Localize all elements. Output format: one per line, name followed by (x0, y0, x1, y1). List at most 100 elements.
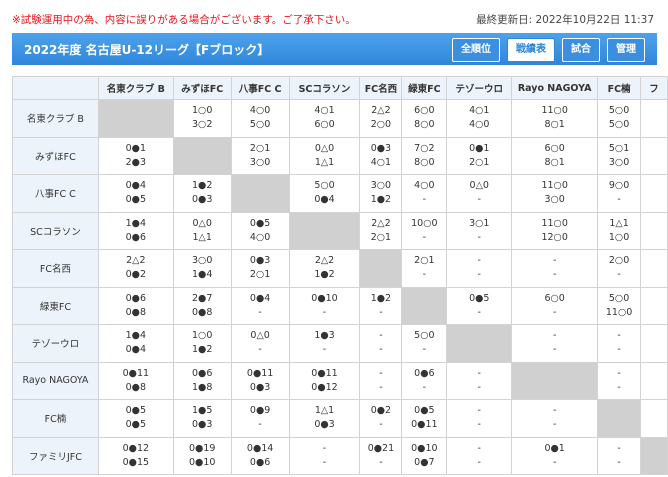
match-result-cell[interactable]: 0△0 - (446, 174, 513, 213)
results-grid-container[interactable]: 名東クラブ B みずほFC 八事FC C SCコラソン FC名西 緑東FC テゾーウロ Ray… (12, 76, 668, 477)
match-result-cell[interactable]: -- (359, 361, 403, 400)
team-name[interactable]: 名東クラブ B (12, 99, 99, 138)
match-result-cell[interactable]: -- (597, 436, 642, 475)
match-result-cell[interactable]: 7○2 8○0 (401, 136, 448, 175)
match-result-cell[interactable]: 11○0 3○0 (511, 174, 599, 213)
match-result-cell[interactable]: 0●21 - (359, 436, 403, 475)
match-result-cell[interactable]: 1△1 0●3 (288, 399, 361, 438)
team-name[interactable]: 緑東FC (12, 286, 99, 325)
match-result-cell[interactable]: 5○0 - (401, 324, 448, 363)
team-name[interactable]: ファミリJFC (12, 436, 99, 475)
team-name[interactable]: FC名西 (12, 249, 99, 288)
match-result-cell[interactable]: 1●2 - (359, 286, 403, 325)
match-result-cell[interactable]: 5○1 3○0 (597, 136, 642, 175)
match-result-cell[interactable]: 0△0 - (230, 324, 290, 363)
match-result-cell[interactable]: 0●2 - (359, 399, 403, 438)
match-result-cell[interactable]: 0△0 1△1 (288, 136, 361, 175)
match-result-cell[interactable]: 3○0 1●2 (359, 174, 403, 213)
match-result-cell[interactable]: 0●6 1●8 (172, 361, 232, 400)
match-result-cell[interactable] (640, 174, 668, 213)
match-result-cell[interactable]: 0●9 - (230, 399, 290, 438)
match-result-cell[interactable]: 0●4 0●5 (97, 174, 174, 213)
match-result-cell[interactable]: 6○0 - (511, 286, 599, 325)
match-result-cell[interactable]: 0●11 0●3 (230, 361, 290, 400)
match-result-cell[interactable]: -- (446, 361, 513, 400)
match-result-cell[interactable] (640, 99, 668, 138)
match-result-cell[interactable]: 5○0 0●4 (288, 174, 361, 213)
match-result-cell[interactable]: -- (511, 324, 599, 363)
match-result-cell[interactable]: 3○1 - (446, 211, 513, 250)
match-result-cell[interactable]: 0●12 0●15 (97, 436, 174, 475)
match-result-cell[interactable]: 0●4 - (230, 286, 290, 325)
match-result-cell[interactable]: 0●5 4○0 (230, 211, 290, 250)
match-result-cell[interactable]: 1△1 1○0 (597, 211, 642, 250)
match-result-cell[interactable]: 4○0 5○0 (230, 99, 290, 138)
match-result-cell[interactable]: -- (597, 324, 642, 363)
match-result-cell[interactable]: -- (597, 361, 642, 400)
match-result-cell[interactable]: 0●5 - (446, 286, 513, 325)
match-result-cell[interactable]: 4○0 - (401, 174, 448, 213)
match-result-cell[interactable]: 1○0 3○2 (172, 99, 232, 138)
match-result-cell[interactable]: -- (446, 249, 513, 288)
match-result-cell[interactable]: 2●7 0●8 (172, 286, 232, 325)
match-result-cell[interactable] (640, 286, 668, 325)
match-result-cell[interactable]: 2△2 0●2 (97, 249, 174, 288)
match-result-cell[interactable]: 0●10 - (288, 286, 361, 325)
match-result-cell[interactable]: 2○0 - (597, 249, 642, 288)
match-result-cell[interactable]: 1●5 0●3 (172, 399, 232, 438)
match-result-cell[interactable]: -- (446, 436, 513, 475)
match-result-cell[interactable]: 0●1 - (511, 436, 599, 475)
match-result-cell[interactable]: -- (446, 399, 513, 438)
tab-results-table[interactable]: 戦績表 (507, 38, 555, 62)
tab-matches[interactable]: 試合 (562, 38, 600, 62)
match-result-cell[interactable]: 2○1 - (401, 249, 448, 288)
match-result-cell[interactable] (640, 249, 668, 288)
tab-overall-standings[interactable]: 全順位 (452, 38, 500, 62)
team-name[interactable]: FC楠 (12, 399, 99, 438)
match-result-cell[interactable]: 5○0 11○0 (597, 286, 642, 325)
match-result-cell[interactable]: 0●14 0●6 (230, 436, 290, 475)
tab-admin[interactable]: 管理 (607, 38, 645, 62)
match-result-cell[interactable]: 2○1 3○0 (230, 136, 290, 175)
match-result-cell[interactable]: 10○0 - (401, 211, 448, 250)
match-result-cell[interactable]: 0●5 0●5 (97, 399, 174, 438)
match-result-cell[interactable]: 5○0 5○0 (597, 99, 642, 138)
match-result-cell[interactable] (640, 211, 668, 250)
match-result-cell[interactable]: -- (511, 249, 599, 288)
team-name[interactable]: テゾーウロ (12, 324, 99, 363)
match-result-cell[interactable]: 6○0 8○0 (401, 99, 448, 138)
match-result-cell[interactable]: 0●1 2●3 (97, 136, 174, 175)
team-name[interactable]: Rayo NAGOYA (12, 361, 99, 400)
match-result-cell[interactable] (640, 324, 668, 363)
team-name[interactable]: みずほFC (12, 136, 99, 175)
match-result-cell[interactable]: 0●3 2○1 (230, 249, 290, 288)
match-result-cell[interactable] (640, 361, 668, 400)
match-result-cell[interactable]: 4○1 4○0 (446, 99, 513, 138)
match-result-cell[interactable]: 2△2 1●2 (288, 249, 361, 288)
match-result-cell[interactable]: 0●1 2○1 (446, 136, 513, 175)
match-result-cell[interactable]: 0●11 0●12 (288, 361, 361, 400)
match-result-cell[interactable]: 1○0 1●2 (172, 324, 232, 363)
match-result-cell[interactable]: 2△2 2○1 (359, 211, 403, 250)
match-result-cell[interactable]: 0●10 0●7 (401, 436, 448, 475)
match-result-cell[interactable]: 3○0 1●4 (172, 249, 232, 288)
match-result-cell[interactable]: 9○0 - (597, 174, 642, 213)
match-result-cell[interactable]: 0△0 1△1 (172, 211, 232, 250)
match-result-cell[interactable]: 0●6 - (401, 361, 448, 400)
match-result-cell[interactable]: 0●6 0●8 (97, 286, 174, 325)
match-result-cell[interactable]: 0●11 0●8 (97, 361, 174, 400)
team-name[interactable]: SCコラソン (12, 211, 99, 250)
match-result-cell[interactable]: 0●5 0●11 (401, 399, 448, 438)
team-name[interactable]: 八事FC C (12, 174, 99, 213)
match-result-cell[interactable] (640, 399, 668, 438)
match-result-cell[interactable]: 0●19 0●10 (172, 436, 232, 475)
match-result-cell[interactable]: 1●3 - (288, 324, 361, 363)
match-result-cell[interactable]: 11○0 8○1 (511, 99, 599, 138)
match-result-cell[interactable]: -- (288, 436, 361, 475)
match-result-cell[interactable]: 1●2 0●3 (172, 174, 232, 213)
match-result-cell[interactable]: 4○1 6○0 (288, 99, 361, 138)
match-result-cell[interactable]: 11○0 12○0 (511, 211, 599, 250)
match-result-cell[interactable]: -- (359, 324, 403, 363)
match-result-cell[interactable]: 6○0 8○1 (511, 136, 599, 175)
match-result-cell[interactable]: 1●4 0●4 (97, 324, 174, 363)
